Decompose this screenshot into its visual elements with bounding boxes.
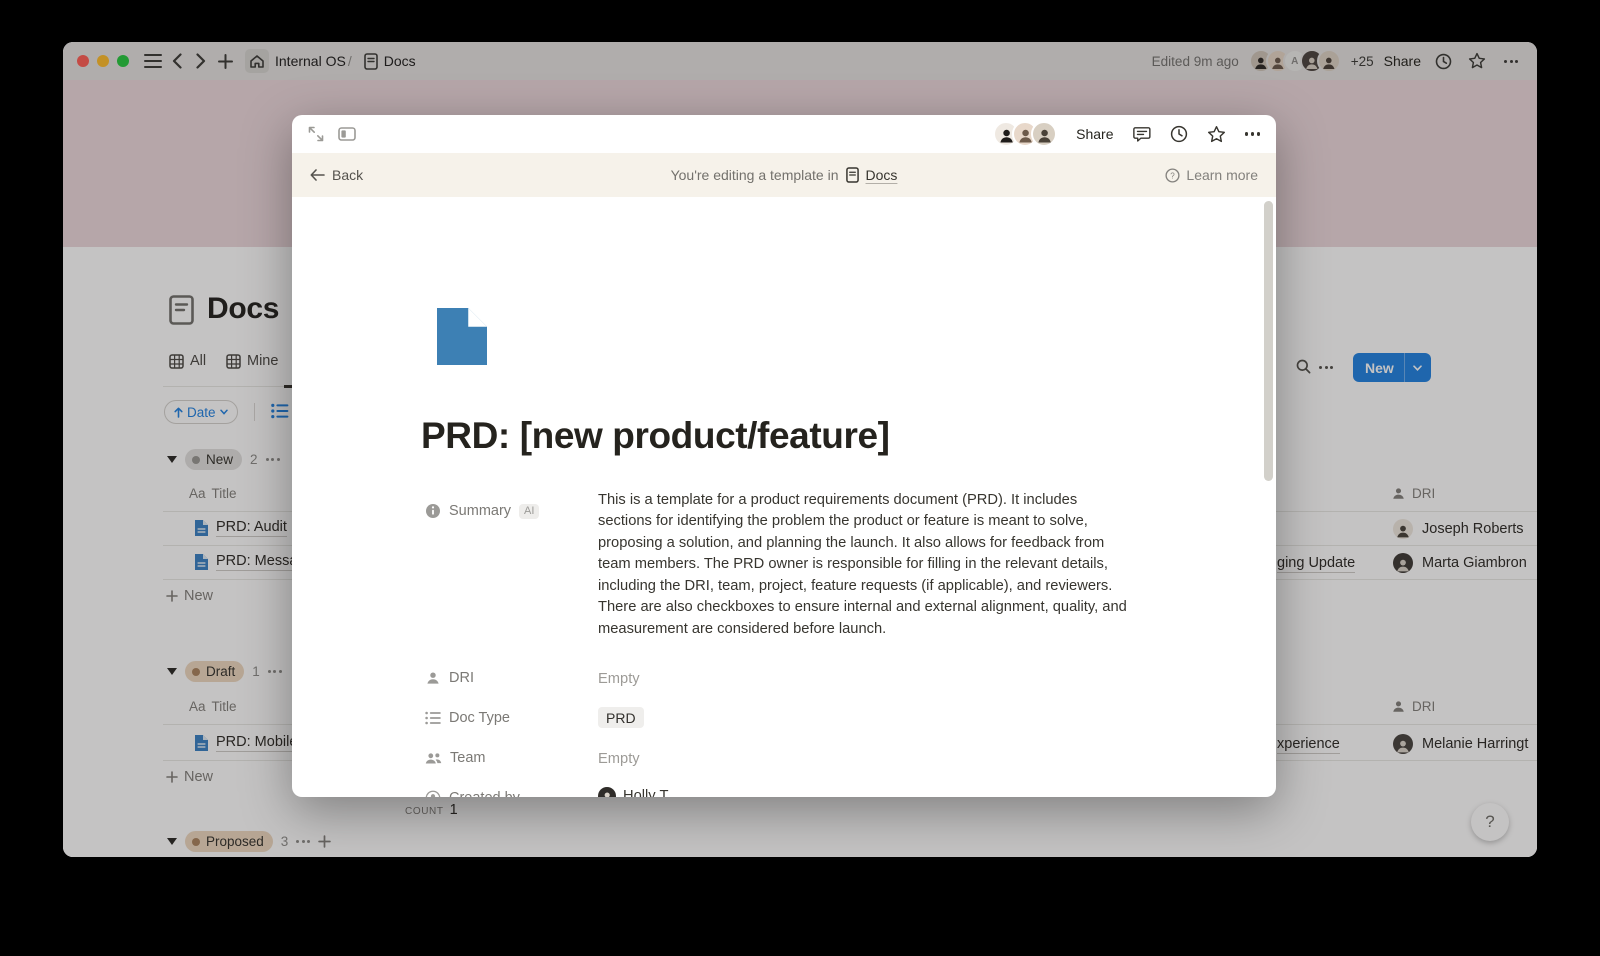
- expand-icon[interactable]: [308, 126, 324, 142]
- favorite-star-icon[interactable]: [1207, 125, 1226, 144]
- history-clock-icon[interactable]: [1170, 125, 1188, 143]
- modal-collaborator-avatars[interactable]: [993, 121, 1057, 147]
- svg-text:?: ?: [1171, 171, 1176, 180]
- modal-share-button[interactable]: Share: [1076, 126, 1113, 142]
- person-circle-icon: [425, 790, 441, 797]
- property-createdby-label: Created by: [449, 790, 520, 797]
- learn-more-label: Learn more: [1186, 167, 1258, 183]
- learn-more-link[interactable]: ? Learn more: [1165, 167, 1258, 183]
- doctype-tag[interactable]: PRD: [598, 707, 644, 728]
- property-dri[interactable]: DRI: [425, 670, 474, 686]
- avatar: [1031, 121, 1057, 147]
- info-circle-icon: [425, 503, 441, 519]
- property-team-label: Team: [450, 750, 485, 766]
- question-circle-icon: ?: [1165, 168, 1180, 183]
- property-createdby[interactable]: Created by: [425, 790, 520, 797]
- template-editor-modal: Share Back You're editing a template in: [292, 115, 1276, 797]
- document-page-icon[interactable]: [437, 308, 487, 365]
- property-summary-label: Summary: [449, 503, 511, 519]
- comments-icon[interactable]: [1133, 126, 1151, 143]
- person-icon: [425, 670, 441, 686]
- modal-header: Share: [292, 115, 1276, 153]
- modal-more-icon[interactable]: [1245, 132, 1261, 136]
- property-summary-value[interactable]: This is a template for a product require…: [598, 490, 1134, 640]
- banner-target-page[interactable]: Docs: [866, 167, 898, 183]
- notion-window: Internal OS/ Docs Edited 9m ago A +25 Sh…: [63, 42, 1537, 857]
- document-title[interactable]: PRD: [new product/feature]: [421, 415, 890, 457]
- property-doctype-label: Doc Type: [449, 710, 510, 726]
- property-dri-label: DRI: [449, 670, 474, 686]
- avatar: [598, 787, 616, 797]
- back-button[interactable]: Back: [310, 167, 363, 183]
- bulleted-list-icon: [425, 711, 441, 725]
- property-dri-value[interactable]: Empty: [598, 671, 640, 687]
- property-summary[interactable]: Summary AI: [425, 503, 539, 519]
- template-banner: Back You're editing a template in Docs ?…: [292, 153, 1276, 197]
- side-peek-icon[interactable]: [338, 127, 356, 141]
- property-team[interactable]: Team: [425, 750, 485, 766]
- banner-message: You're editing a template in: [671, 167, 839, 183]
- property-doctype[interactable]: Doc Type: [425, 710, 510, 726]
- property-doctype-value[interactable]: PRD: [598, 707, 644, 728]
- ai-badge: AI: [519, 504, 539, 519]
- createdby-name: Holly T: [623, 788, 668, 797]
- target-doc-icon: [846, 167, 859, 183]
- modal-scrollbar[interactable]: [1264, 201, 1273, 481]
- people-icon: [425, 751, 442, 766]
- property-createdby-value[interactable]: Holly T: [598, 787, 668, 797]
- property-team-value[interactable]: Empty: [598, 751, 640, 767]
- back-button-label: Back: [332, 167, 363, 183]
